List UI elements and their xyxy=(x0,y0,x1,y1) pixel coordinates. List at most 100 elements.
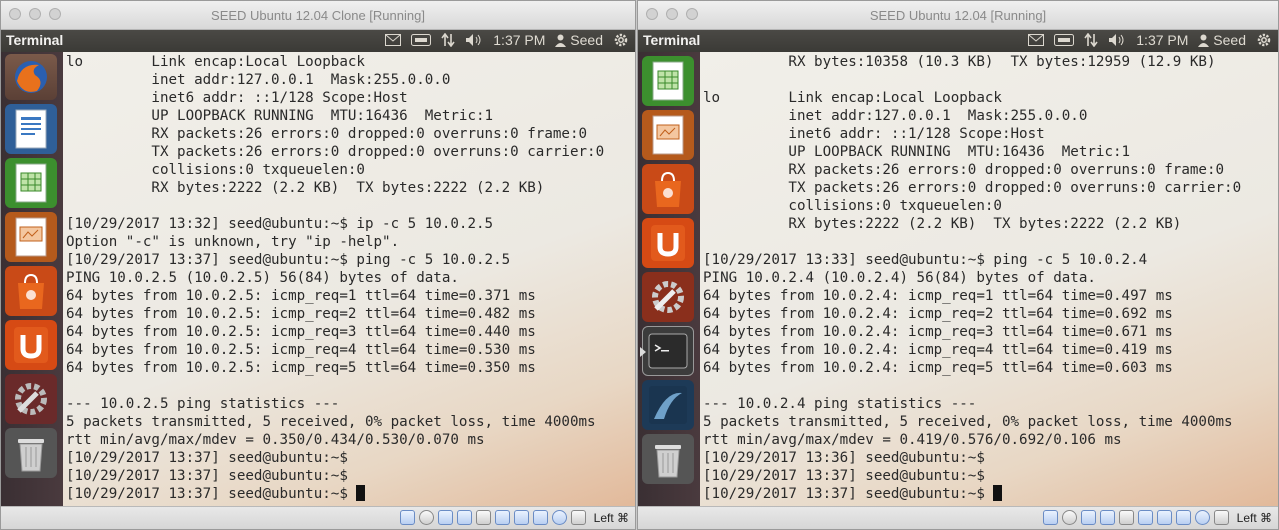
terminal-line: inet addr:127.0.0.1 Mask:255.0.0.0 xyxy=(703,108,1088,124)
system-settings-icon xyxy=(10,378,52,420)
hard-disk-icon[interactable] xyxy=(1042,510,1058,525)
terminal-line: Option "-c" is unknown, try "ip -help". xyxy=(66,234,400,250)
network-icon[interactable] xyxy=(1084,33,1098,47)
impress-launcher[interactable] xyxy=(642,110,694,160)
vm-titlebar[interactable]: SEED Ubuntu 12.04 [Running] xyxy=(638,1,1278,30)
calc-launcher[interactable] xyxy=(642,56,694,106)
terminal-line: [10/29/2017 13:32] seed@ubuntu:~$ ip -c … xyxy=(66,216,494,232)
audio-icon[interactable] xyxy=(437,510,453,525)
display-icon[interactable] xyxy=(513,510,529,525)
optical-drive-icon[interactable] xyxy=(418,510,434,525)
keyboard-capture-icon[interactable] xyxy=(1213,510,1229,525)
terminal-line: RX packets:26 errors:0 dropped:0 overrun… xyxy=(703,162,1225,178)
software-center-launcher[interactable] xyxy=(5,266,57,316)
gear-icon[interactable] xyxy=(613,32,629,48)
terminal-line: [10/29/2017 13:37] seed@ubuntu:~$ xyxy=(66,468,348,484)
terminal-line: --- 10.0.2.5 ping statistics --- xyxy=(66,396,340,412)
host-key-label: Left ⌘ xyxy=(1236,510,1272,525)
display-icon[interactable] xyxy=(1156,510,1172,525)
user-menu[interactable]: Seed xyxy=(1198,32,1246,48)
unity-launcher xyxy=(638,52,700,507)
terminal-line: [10/29/2017 13:36] seed@ubuntu:~$ xyxy=(703,450,985,466)
network-icon[interactable] xyxy=(441,33,455,47)
vm-window-title: SEED Ubuntu 12.04 [Running] xyxy=(869,8,1047,23)
terminal-line: 5 packets transmitted, 5 received, 0% pa… xyxy=(703,414,1233,430)
clock[interactable]: 1:37 PM xyxy=(1136,32,1188,48)
terminal-line: --- 10.0.2.4 ping statistics --- xyxy=(703,396,977,412)
volume-icon[interactable] xyxy=(465,33,483,47)
keyboard-icon[interactable] xyxy=(411,34,432,46)
terminal-line: inet addr:127.0.0.1 Mask:255.0.0.0 xyxy=(66,72,451,88)
terminal-line: rtt min/avg/max/mdev = 0.350/0.434/0.530… xyxy=(66,432,485,448)
panel-indicators: 1:37 PM Seed xyxy=(385,32,629,48)
network-adapter-icon[interactable] xyxy=(1099,510,1115,525)
vm-titlebar[interactable]: SEED Ubuntu 12.04 Clone [Running] xyxy=(1,1,635,30)
impress-launcher[interactable] xyxy=(5,212,57,262)
software-center-launcher[interactable] xyxy=(642,164,694,214)
terminal-line: inet6 addr: ::1/128 Scope:Host xyxy=(66,90,408,106)
mouse-integration-icon[interactable] xyxy=(551,510,567,525)
ubuntu-one-launcher[interactable] xyxy=(5,320,57,370)
gear-icon[interactable] xyxy=(1256,32,1272,48)
terminal-line: 64 bytes from 10.0.2.5: icmp_req=4 ttl=6… xyxy=(66,342,536,358)
terminal-line: RX packets:26 errors:0 dropped:0 overrun… xyxy=(66,126,588,142)
terminal-icon xyxy=(647,330,689,372)
terminal-line: [10/29/2017 13:37] seed@ubuntu:~$ xyxy=(66,450,348,466)
mouse-integration-icon[interactable] xyxy=(1194,510,1210,525)
terminal-launcher[interactable] xyxy=(640,326,694,376)
video-capture-icon[interactable] xyxy=(532,510,548,525)
libreoffice-impress-icon xyxy=(10,216,52,258)
usb-icon[interactable] xyxy=(1118,510,1134,525)
calc-launcher[interactable] xyxy=(5,158,57,208)
clock[interactable]: 1:37 PM xyxy=(493,32,545,48)
system-settings-launcher[interactable] xyxy=(642,272,694,322)
mail-icon[interactable] xyxy=(385,34,402,46)
ubuntu-top-panel: Terminal 1:37 PM Seed xyxy=(638,30,1278,52)
network-adapter-icon[interactable] xyxy=(456,510,472,525)
mail-icon[interactable] xyxy=(1028,34,1045,46)
ubuntu-top-panel: Terminal 1:37 PM Seed xyxy=(1,30,635,52)
terminal-line: RX bytes:10358 (10.3 KB) TX bytes:12959 … xyxy=(703,54,1216,70)
trash-launcher[interactable] xyxy=(5,428,57,478)
terminal-line: [10/29/2017 13:37] seed@ubuntu:~$ xyxy=(66,486,357,502)
volume-icon[interactable] xyxy=(1108,33,1126,47)
terminal-output: lo Link encap:Local Loopback inet addr:1… xyxy=(63,52,635,503)
ubuntu-one-icon xyxy=(647,222,689,264)
trash-launcher[interactable] xyxy=(642,434,694,484)
hard-disk-icon[interactable] xyxy=(399,510,415,525)
shared-folder-icon[interactable] xyxy=(494,510,510,525)
keyboard-icon[interactable] xyxy=(1054,34,1075,46)
shared-folder-icon[interactable] xyxy=(1137,510,1153,525)
optical-drive-icon[interactable] xyxy=(1061,510,1077,525)
writer-launcher[interactable] xyxy=(5,104,57,154)
audio-icon[interactable] xyxy=(1080,510,1096,525)
terminal-line: 64 bytes from 10.0.2.5: icmp_req=1 ttl=6… xyxy=(66,288,536,304)
system-settings-launcher[interactable] xyxy=(5,374,57,424)
ubuntu-one-launcher[interactable] xyxy=(642,218,694,268)
terminal-line: [10/29/2017 13:37] seed@ubuntu:~$ xyxy=(703,486,994,502)
libreoffice-impress-icon xyxy=(647,114,689,156)
terminal-line: [10/29/2017 13:37] seed@ubuntu:~$ ping -… xyxy=(66,252,511,268)
video-capture-icon[interactable] xyxy=(1175,510,1191,525)
user-name: Seed xyxy=(1213,32,1246,48)
firefox-launcher[interactable] xyxy=(5,54,57,100)
libreoffice-calc-icon xyxy=(10,162,52,204)
active-app-name: Terminal xyxy=(643,32,701,48)
terminal-line: 64 bytes from 10.0.2.4: icmp_req=4 ttl=6… xyxy=(703,342,1173,358)
active-app-arrow xyxy=(640,347,646,357)
terminal-view[interactable]: RX bytes:10358 (10.3 KB) TX bytes:12959 … xyxy=(700,52,1278,507)
terminal-view[interactable]: lo Link encap:Local Loopback inet addr:1… xyxy=(63,52,635,507)
usb-icon[interactable] xyxy=(475,510,491,525)
unity-launcher xyxy=(1,52,63,507)
terminal-line: TX packets:26 errors:0 dropped:0 overrun… xyxy=(66,144,605,160)
ubuntu-one-icon xyxy=(10,324,52,366)
wireshark-launcher[interactable] xyxy=(642,380,694,430)
terminal-line: RX bytes:2222 (2.2 KB) TX bytes:2222 (2.… xyxy=(66,180,545,196)
terminal-cursor xyxy=(356,485,366,501)
user-menu[interactable]: Seed xyxy=(555,32,603,48)
keyboard-capture-icon[interactable] xyxy=(570,510,586,525)
vm-statusbar: Left ⌘ xyxy=(1,506,635,529)
active-app-name: Terminal xyxy=(6,32,64,48)
terminal-line: rtt min/avg/max/mdev = 0.419/0.576/0.692… xyxy=(703,432,1122,448)
libreoffice-calc-icon xyxy=(647,60,689,102)
